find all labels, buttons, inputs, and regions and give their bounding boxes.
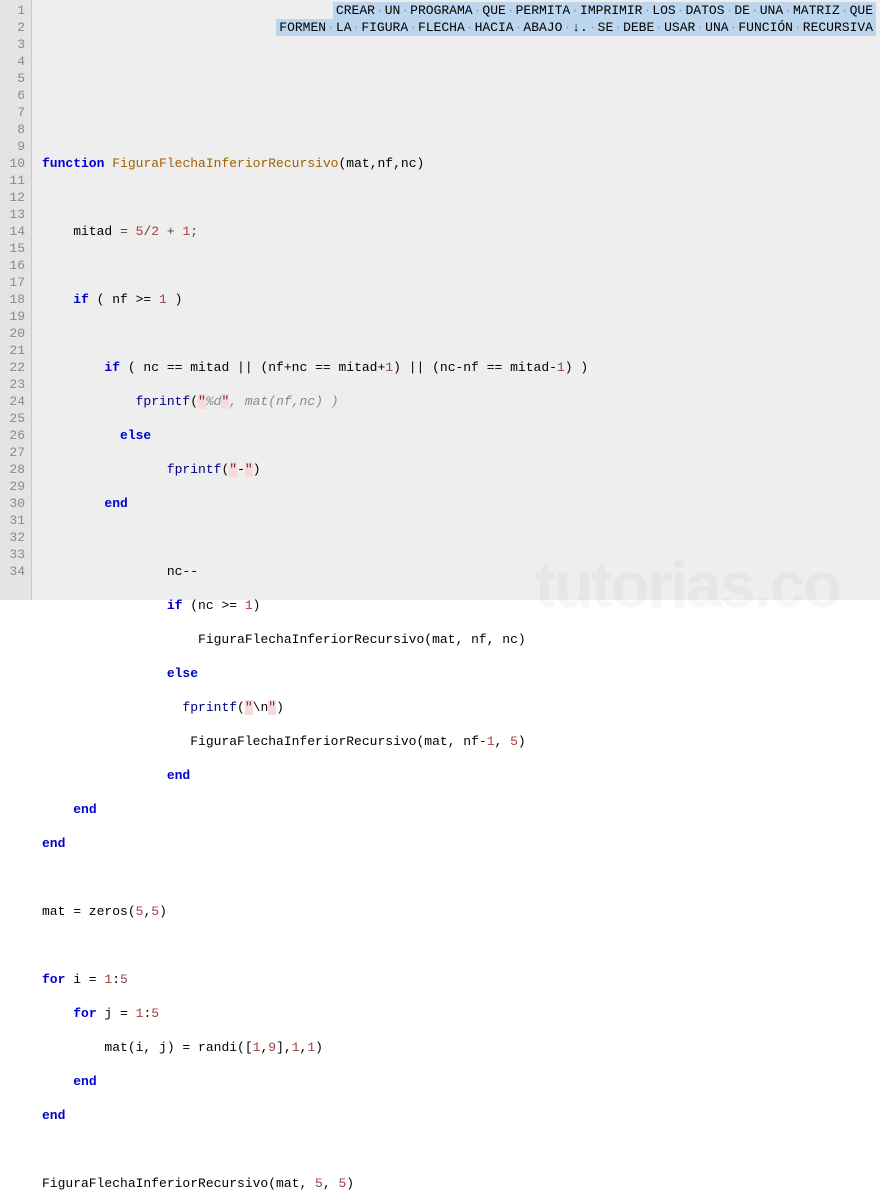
line-number: 23 [2, 376, 25, 393]
line-number: 29 [2, 478, 25, 495]
line-number: 13 [2, 206, 25, 223]
line-number: 20 [2, 325, 25, 342]
code-line: for j = 1:5 [42, 1005, 880, 1022]
code-line: end [42, 495, 880, 512]
code-line: nc-- [42, 563, 880, 580]
watermark-text: tutorias.co [535, 577, 840, 594]
header-comment-line-1: CREAR·UN·PROGRAMA·QUE·PERMITA·IMPRIMIR·L… [333, 2, 876, 19]
code-line: if ( nc == mitad || (nf+nc == mitad+1) |… [42, 359, 880, 376]
line-number: 16 [2, 257, 25, 274]
line-number-gutter: 1 2 3 4 5 6 7 8 9 10 11 12 13 14 15 16 1… [0, 0, 32, 600]
code-line: end [42, 1107, 880, 1124]
line-number: 8 [2, 121, 25, 138]
code-line: mat = zeros(5,5) [42, 903, 880, 920]
code-line: function FiguraFlechaInferiorRecursivo(m… [42, 155, 880, 172]
line-number: 28 [2, 461, 25, 478]
line-number: 1 [2, 2, 25, 19]
line-number: 33 [2, 546, 25, 563]
code-line: else [42, 665, 880, 682]
line-number: 26 [2, 427, 25, 444]
line-number: 11 [2, 172, 25, 189]
line-number: 15 [2, 240, 25, 257]
line-number: 6 [2, 87, 25, 104]
code-line: mitad = 5/2 + 1; [42, 223, 880, 240]
code-line: if ( nf >= 1 ) [42, 291, 880, 308]
line-number: 12 [2, 189, 25, 206]
code-line: fprintf("-") [42, 461, 880, 478]
code-line: end [42, 767, 880, 784]
line-number: 3 [2, 36, 25, 53]
code-line: end [42, 801, 880, 818]
line-number: 2 [2, 19, 25, 36]
line-number: 10 [2, 155, 25, 172]
code-line: mat(i, j) = randi([1,9],1,1) [42, 1039, 880, 1056]
code-line: fprintf("%d", mat(nf,nc) ) [42, 393, 880, 410]
line-number: 21 [2, 342, 25, 359]
line-number: 4 [2, 53, 25, 70]
code-line: FiguraFlechaInferiorRecursivo(mat, nf, n… [42, 631, 880, 648]
line-number: 14 [2, 223, 25, 240]
code-line: end [42, 835, 880, 852]
line-number: 24 [2, 393, 25, 410]
line-number: 34 [2, 563, 25, 580]
line-number: 9 [2, 138, 25, 155]
header-comment-line-2: FORMEN·LA·FIGURA·FLECHA·HACIA·ABAJO·↓.·S… [276, 19, 876, 36]
code-editor[interactable]: CREAR·UN·PROGRAMA·QUE·PERMITA·IMPRIMIR·L… [32, 0, 880, 600]
line-number: 19 [2, 308, 25, 325]
code-line: FiguraFlechaInferiorRecursivo(mat, nf-1,… [42, 733, 880, 750]
code-line: FiguraFlechaInferiorRecursivo(mat, 5, 5) [42, 1175, 880, 1192]
line-number: 18 [2, 291, 25, 308]
line-number: 17 [2, 274, 25, 291]
line-number: 5 [2, 70, 25, 87]
code-line: for i = 1:5 [42, 971, 880, 988]
line-number: 32 [2, 529, 25, 546]
line-number: 7 [2, 104, 25, 121]
line-number: 25 [2, 410, 25, 427]
line-number: 30 [2, 495, 25, 512]
line-number: 22 [2, 359, 25, 376]
code-line: else [42, 427, 880, 444]
code-line: fprintf("\n") [42, 699, 880, 716]
code-line: end [42, 1073, 880, 1090]
line-number: 31 [2, 512, 25, 529]
line-number: 27 [2, 444, 25, 461]
